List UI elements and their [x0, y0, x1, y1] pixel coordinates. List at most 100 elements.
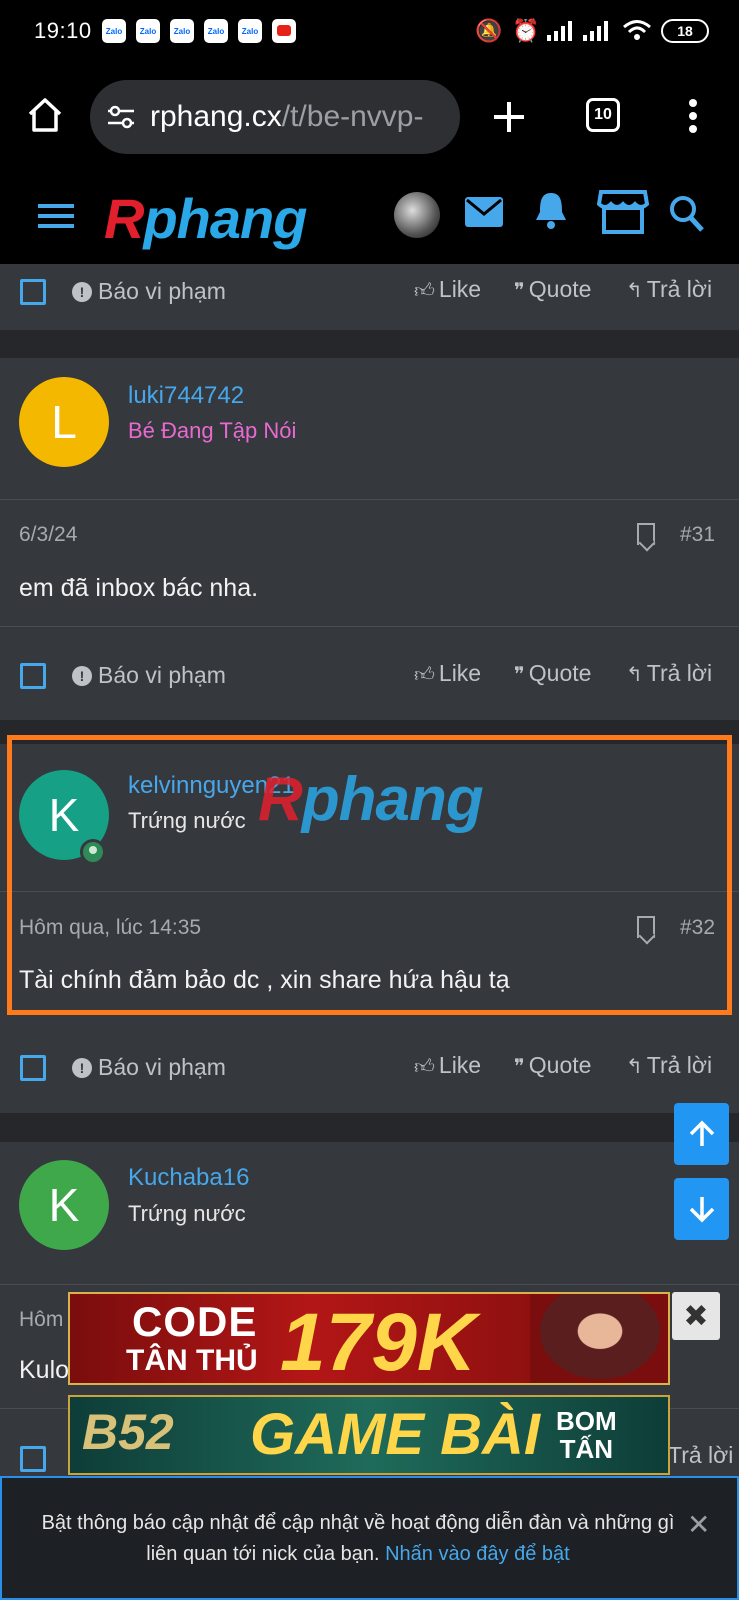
divider	[0, 499, 739, 500]
site-logo[interactable]: Rphang	[104, 186, 307, 251]
address-bar[interactable]: rphang.cx/t/be-nvvp-	[90, 80, 460, 154]
user-avatar[interactable]	[394, 192, 440, 238]
like-button[interactable]: 👍︎ Like	[414, 1052, 481, 1079]
reply-icon: ↰	[626, 664, 643, 686]
post-actions: ! Báo vi phạm 👍︎ Like ❞ Quote ↰ Trả lời	[0, 264, 739, 324]
post-date[interactable]: Hôm	[19, 1308, 63, 1332]
ad-banner[interactable]: CODE TÂN THỦ 179K	[68, 1292, 670, 1385]
signal-icon	[546, 20, 576, 47]
post-actions: ! Báo vi phạm 👍︎ Like ❞ Quote ↰ Trả lời	[0, 1040, 739, 1100]
ad-close-button[interactable]: ✖	[672, 1292, 720, 1340]
ad-tag: BOM TẤN	[556, 1407, 617, 1463]
reply-button[interactable]: Trả lời	[668, 1442, 733, 1469]
report-label: Báo vi phạm	[98, 1054, 226, 1080]
report-button[interactable]: ! Báo vi phạm	[72, 1054, 226, 1081]
signal-icon	[582, 20, 612, 47]
thumbs-up-icon: 👍︎	[414, 664, 435, 686]
reply-label: Trả lời	[646, 660, 713, 686]
username[interactable]: Kuchaba16	[128, 1164, 249, 1192]
ad-image	[530, 1294, 668, 1383]
ad-headline: GAME BÀI	[250, 1402, 540, 1467]
report-button[interactable]: ! Báo vi phạm	[72, 662, 226, 689]
avatar[interactable]: K	[19, 1160, 109, 1250]
reply-icon: ↰	[626, 1056, 643, 1078]
post-date[interactable]: 6/3/24	[19, 523, 77, 547]
url-domain: rphang.cx	[150, 100, 282, 133]
post-number[interactable]: #31	[680, 523, 715, 547]
logo-letter: R	[104, 187, 144, 250]
site-settings-icon[interactable]	[106, 104, 136, 135]
bookmark-icon[interactable]	[637, 523, 655, 545]
select-post-checkbox[interactable]	[20, 663, 46, 689]
status-time: 19:10	[34, 18, 92, 43]
ad-amount: 179K	[280, 1297, 477, 1385]
push-notification-prompt: Bật thông báo cập nhật để cập nhật về ho…	[0, 1476, 739, 1600]
select-post-checkbox[interactable]	[20, 1055, 46, 1081]
ad-tag-line: TẤN	[559, 1434, 614, 1464]
post-body: Kulo	[19, 1356, 70, 1384]
alarm-icon: ⏰	[512, 18, 540, 43]
watermark-letter: R	[258, 765, 303, 834]
reply-button[interactable]: ↰ Trả lời	[626, 660, 712, 687]
reply-icon: ↰	[626, 280, 643, 302]
scroll-up-button[interactable]	[674, 1103, 729, 1165]
arrow-up-icon	[689, 1120, 714, 1146]
search-icon[interactable]	[668, 194, 706, 239]
url-path: /t/be-nvvp-	[281, 100, 424, 133]
tab-switcher-button[interactable]: 10	[586, 98, 620, 132]
reply-label: Trả lời	[646, 1052, 713, 1078]
post-gap	[0, 1113, 739, 1142]
prompt-text: Bật thông báo cập nhật để cập nhật về ho…	[38, 1508, 678, 1570]
watermark-logo: Rphang	[258, 764, 484, 835]
status-bar: 19:10 Zalo Zalo Zalo Zalo Zalo 🔕 ⏰ 18	[0, 0, 739, 62]
wifi-icon	[622, 18, 652, 47]
quote-icon: ❞	[514, 664, 525, 686]
post-body: em đã inbox bác nha.	[19, 574, 259, 602]
new-tab-icon[interactable]	[492, 100, 526, 139]
home-icon[interactable]	[26, 96, 64, 139]
like-label: Like	[438, 276, 482, 302]
bell-icon[interactable]	[532, 190, 570, 237]
quote-button[interactable]: ❞ Quote	[514, 1052, 591, 1079]
prompt-message: Bật thông báo cập nhật để cập nhật về ho…	[41, 1512, 675, 1565]
close-icon[interactable]: ✕	[687, 1508, 710, 1541]
youtube-icon	[272, 19, 296, 43]
ad-banner[interactable]: B52 GAME BÀI BOM TẤN	[68, 1395, 670, 1475]
forum-header: Rphang	[0, 172, 739, 264]
reply-button[interactable]: ↰ Trả lời	[626, 276, 712, 303]
report-icon: !	[72, 282, 92, 302]
reply-button[interactable]: ↰ Trả lời	[626, 1052, 712, 1079]
select-post-checkbox[interactable]	[20, 279, 46, 305]
report-icon: !	[72, 1058, 92, 1078]
zalo-notification-icon: Zalo	[170, 19, 194, 43]
like-button[interactable]: 👍︎ Like	[414, 660, 481, 687]
like-button[interactable]: 👍︎ Like	[414, 276, 481, 303]
mute-icon: 🔕	[475, 18, 503, 43]
store-icon[interactable]	[596, 188, 650, 241]
divider	[0, 1284, 739, 1285]
select-post-checkbox[interactable]	[20, 1446, 46, 1472]
quote-label: Quote	[528, 276, 592, 302]
scroll-down-button[interactable]	[674, 1178, 729, 1240]
more-options-icon[interactable]	[688, 98, 698, 139]
report-label: Báo vi phạm	[98, 662, 226, 688]
enable-notifications-link[interactable]: Nhấn vào đây để bật	[385, 1543, 570, 1565]
quote-label: Quote	[528, 1052, 592, 1078]
zalo-notification-icon: Zalo	[238, 19, 262, 43]
menu-icon[interactable]	[38, 202, 74, 235]
ad-brand: B52	[82, 1404, 174, 1460]
ad-subtitle: TÂN THỦ	[126, 1344, 258, 1377]
divider	[0, 626, 739, 627]
report-button[interactable]: ! Báo vi phạm	[72, 278, 226, 305]
ad-headline: CODE	[132, 1298, 258, 1345]
username[interactable]: luki744742	[128, 382, 244, 410]
post: L luki744742 Bé Đang Tập Nói 6/3/24 #31 …	[0, 358, 739, 720]
arrow-down-icon	[689, 1197, 714, 1223]
quote-button[interactable]: ❞ Quote	[514, 660, 591, 687]
thumbs-up-icon: 👍︎	[414, 1056, 435, 1078]
quote-icon: ❞	[514, 280, 525, 302]
quote-button[interactable]: ❞ Quote	[514, 276, 591, 303]
mail-icon[interactable]	[464, 196, 504, 233]
avatar[interactable]: L	[19, 377, 109, 467]
reply-label: Trả lời	[668, 1442, 734, 1468]
